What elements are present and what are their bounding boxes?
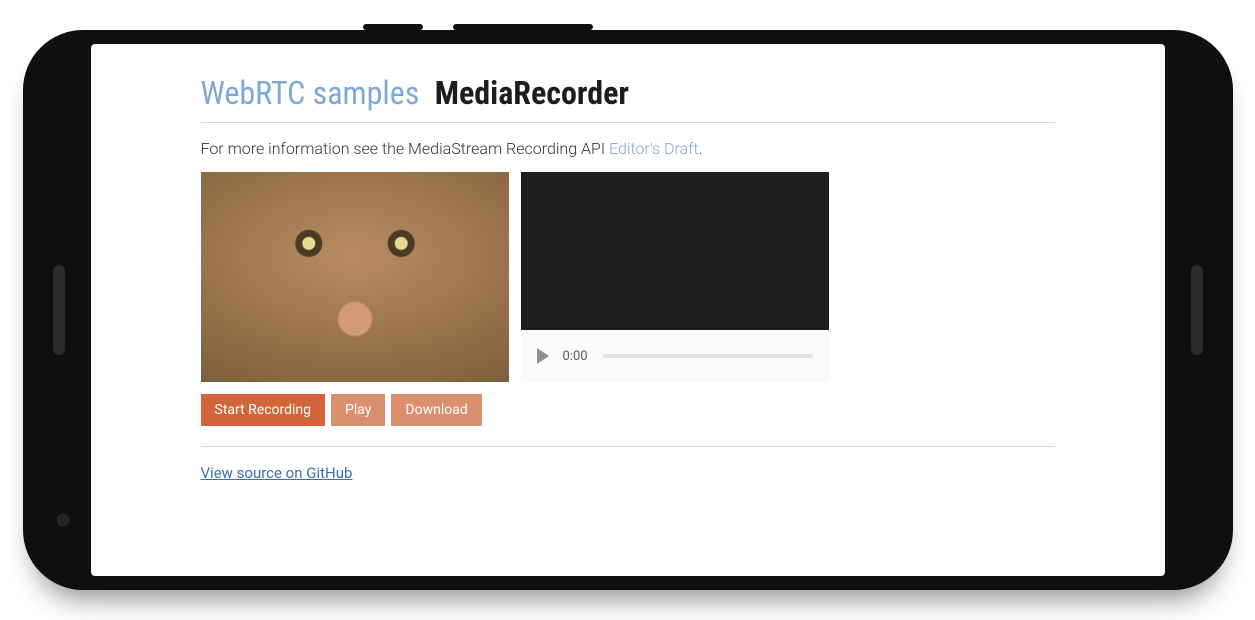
info-prefix: For more information see the MediaStream… — [201, 139, 610, 158]
editors-draft-link[interactable]: Editor's Draft — [609, 139, 699, 158]
speaker-left-icon — [53, 265, 65, 355]
footer-divider — [201, 446, 1055, 447]
speaker-right-icon — [1191, 265, 1203, 355]
page-heading: WebRTC samples MediaRecorder — [201, 74, 1055, 112]
info-suffix: . — [699, 139, 703, 158]
screen: WebRTC samples MediaRecorder For more in… — [91, 44, 1165, 576]
download-button[interactable]: Download — [391, 394, 481, 426]
progress-bar[interactable] — [602, 354, 813, 358]
view-source-link[interactable]: View source on GitHub — [201, 464, 353, 482]
front-camera-icon — [57, 514, 69, 526]
current-time: 0:00 — [563, 349, 588, 364]
camera-preview-video[interactable] — [201, 172, 509, 382]
play-icon[interactable] — [537, 348, 549, 364]
site-home-link[interactable]: WebRTC samples — [201, 74, 420, 112]
start-recording-button[interactable]: Start Recording — [201, 394, 326, 426]
video-controls: 0:00 — [521, 330, 829, 382]
page-title: MediaRecorder — [435, 74, 629, 112]
action-buttons: Start Recording Play Download — [201, 394, 1055, 426]
heading-divider — [201, 122, 1055, 123]
video-row: 0:00 — [201, 172, 1055, 382]
video-canvas — [521, 172, 829, 330]
recorded-video[interactable]: 0:00 — [521, 172, 829, 382]
play-button[interactable]: Play — [331, 394, 385, 426]
info-text: For more information see the MediaStream… — [201, 139, 1055, 158]
phone-frame: WebRTC samples MediaRecorder For more in… — [23, 30, 1233, 590]
